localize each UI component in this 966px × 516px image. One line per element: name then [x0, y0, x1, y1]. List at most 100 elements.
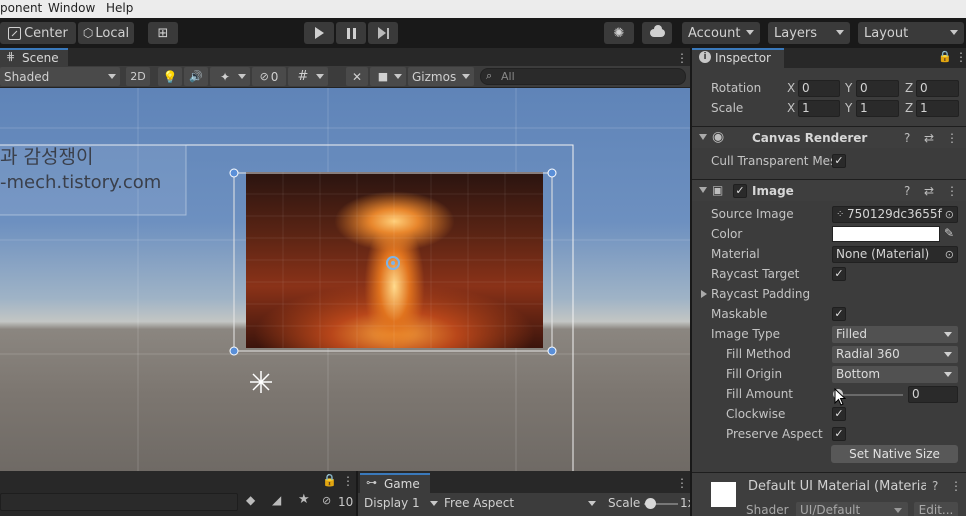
play-button[interactable]: [304, 22, 334, 44]
grid-dropdown[interactable]: #: [288, 67, 328, 86]
scale-x-field[interactable]: 1: [798, 100, 840, 117]
object-picker-icon[interactable]: ⊙: [944, 207, 954, 222]
mouse-cursor-icon: [834, 388, 846, 406]
grid-snap-button[interactable]: ⊞: [148, 22, 178, 44]
hidden-objects-toggle[interactable]: ⊘ 0: [252, 67, 286, 86]
menu-help[interactable]: Help: [106, 1, 133, 15]
fill-method-value: Radial 360: [836, 347, 900, 361]
maskable-checkbox[interactable]: ✓: [832, 307, 846, 321]
canvas-renderer-header[interactable]: ◉ Canvas Renderer ? ⇄ ⋮: [692, 126, 966, 148]
favorite-star-icon[interactable]: ★: [298, 492, 310, 507]
tools-button[interactable]: ✕: [346, 67, 368, 86]
clockwise-checkbox[interactable]: ✓: [832, 407, 846, 421]
rotation-x-field[interactable]: 0: [798, 80, 840, 97]
foldout-arrow-icon[interactable]: [701, 290, 707, 298]
eyedropper-icon[interactable]: ✎: [944, 226, 954, 240]
scene-viewport[interactable]: 과 감성쟁이 -mech.tistory.com: [0, 88, 690, 471]
component-menu-icon[interactable]: ⋮: [950, 479, 962, 493]
game-menu-icon[interactable]: ⋮: [676, 476, 688, 490]
layers-label: Layers: [774, 25, 818, 41]
scene-search-input[interactable]: ⌕ All: [480, 68, 686, 85]
gizmos-dropdown[interactable]: Gizmos: [408, 67, 474, 86]
source-image-field[interactable]: ⁘ 750129dc3655f ⊙: [832, 206, 958, 223]
wrench-icon: ✕: [351, 69, 363, 84]
shading-mode-dropdown[interactable]: Shaded: [0, 67, 120, 86]
lighting-toggle[interactable]: 💡: [158, 67, 182, 86]
image-component-header[interactable]: ▣ ✓ Image ? ⇄ ⋮: [692, 179, 966, 201]
color-swatch[interactable]: [832, 226, 940, 242]
space-local-button[interactable]: ⬡ Local: [78, 22, 134, 44]
raycast-target-checkbox[interactable]: ✓: [832, 267, 846, 281]
collab-button[interactable]: [642, 22, 672, 44]
pivot-icon: [8, 26, 22, 40]
inspector-menu-icon[interactable]: ⋮: [955, 50, 966, 64]
aspect-dropdown[interactable]: Free Aspect: [442, 494, 600, 513]
services-button[interactable]: ✺: [604, 22, 634, 44]
camera-dropdown[interactable]: ■: [370, 67, 406, 86]
image-type-dropdown[interactable]: Filled: [832, 326, 958, 343]
menu-window[interactable]: Window: [48, 1, 95, 15]
component-menu-icon[interactable]: ⋮: [946, 184, 958, 198]
scale-z-field[interactable]: 1: [916, 100, 959, 117]
search-placeholder: All: [501, 70, 515, 83]
help-icon[interactable]: ?: [932, 479, 938, 493]
layers-dropdown[interactable]: Layers: [768, 22, 850, 44]
fill-method-dropdown[interactable]: Radial 360: [832, 346, 958, 363]
resize-handle-bottom-right[interactable]: [547, 346, 557, 356]
chevron-down-icon: [746, 30, 754, 35]
camera-icon: ■: [377, 70, 389, 83]
lock-icon[interactable]: 🔒: [938, 50, 952, 63]
fill-amount-slider-track[interactable]: [837, 394, 903, 396]
chevron-down-icon: [238, 74, 246, 79]
resize-handle-bottom-left[interactable]: [229, 346, 239, 356]
tab-inspector[interactable]: i Inspector: [692, 48, 784, 68]
fill-amount-field[interactable]: 0: [908, 386, 958, 403]
step-button[interactable]: [368, 22, 398, 44]
preset-icon[interactable]: ⇄: [924, 131, 934, 145]
raycast-padding-label[interactable]: Raycast Padding: [711, 287, 810, 301]
scale-slider-handle[interactable]: [645, 498, 656, 509]
pivot-center-button[interactable]: Center: [0, 22, 76, 44]
preserve-aspect-checkbox[interactable]: ✓: [832, 427, 846, 441]
cull-transparent-checkbox[interactable]: ✓: [832, 154, 846, 168]
scene-menu-icon[interactable]: ⋮: [676, 51, 688, 65]
account-dropdown[interactable]: Account: [682, 22, 760, 44]
chevron-down-icon: [836, 30, 844, 35]
project-search-input[interactable]: [0, 493, 238, 511]
effects-dropdown[interactable]: ✦: [210, 67, 250, 86]
game-tab-label: Game: [384, 477, 420, 491]
hidden-packages-icon[interactable]: ⊘: [322, 494, 331, 507]
rotation-z-field[interactable]: 0: [916, 80, 959, 97]
filter-type-icon[interactable]: ◆: [246, 493, 255, 507]
component-menu-icon[interactable]: ⋮: [946, 131, 958, 145]
tab-scene[interactable]: ⋕ Scene: [0, 48, 68, 66]
toggle-2d-button[interactable]: 2D: [126, 67, 150, 86]
maskable-label: Maskable: [711, 307, 768, 321]
filter-label-icon[interactable]: ◢: [272, 493, 281, 507]
audio-toggle[interactable]: 🔊: [184, 67, 208, 86]
display-dropdown[interactable]: Display 1: [360, 494, 440, 513]
preset-icon[interactable]: ⇄: [924, 184, 934, 198]
resize-handle-top-right[interactable]: [547, 168, 557, 178]
tab-game[interactable]: ⊶ Game: [360, 473, 430, 493]
menu-component[interactable]: ponent: [0, 1, 42, 15]
chevron-down-icon: [462, 74, 470, 79]
pause-button[interactable]: [336, 22, 366, 44]
material-field[interactable]: None (Material) ⊙: [832, 246, 958, 263]
layout-dropdown[interactable]: Layout: [858, 22, 964, 44]
lock-icon[interactable]: 🔒: [322, 473, 337, 487]
move-cursor-icon: [250, 371, 272, 393]
set-native-size-button[interactable]: Set Native Size: [831, 445, 958, 463]
mode-2d-label: 2D: [130, 70, 146, 83]
fill-origin-dropdown[interactable]: Bottom: [832, 366, 958, 383]
image-enabled-checkbox[interactable]: ✓: [733, 184, 747, 198]
resize-handle-top-left[interactable]: [229, 168, 239, 178]
panel-menu-icon[interactable]: ⋮: [342, 474, 354, 488]
shader-dropdown[interactable]: UI/Default: [796, 502, 908, 516]
object-picker-icon[interactable]: ⊙: [945, 247, 954, 262]
help-icon[interactable]: ?: [904, 184, 910, 198]
rotation-y-field[interactable]: 0: [856, 80, 899, 97]
shader-edit-button[interactable]: Edit...: [914, 502, 958, 516]
scale-y-field[interactable]: 1: [856, 100, 899, 117]
help-icon[interactable]: ?: [904, 131, 910, 145]
